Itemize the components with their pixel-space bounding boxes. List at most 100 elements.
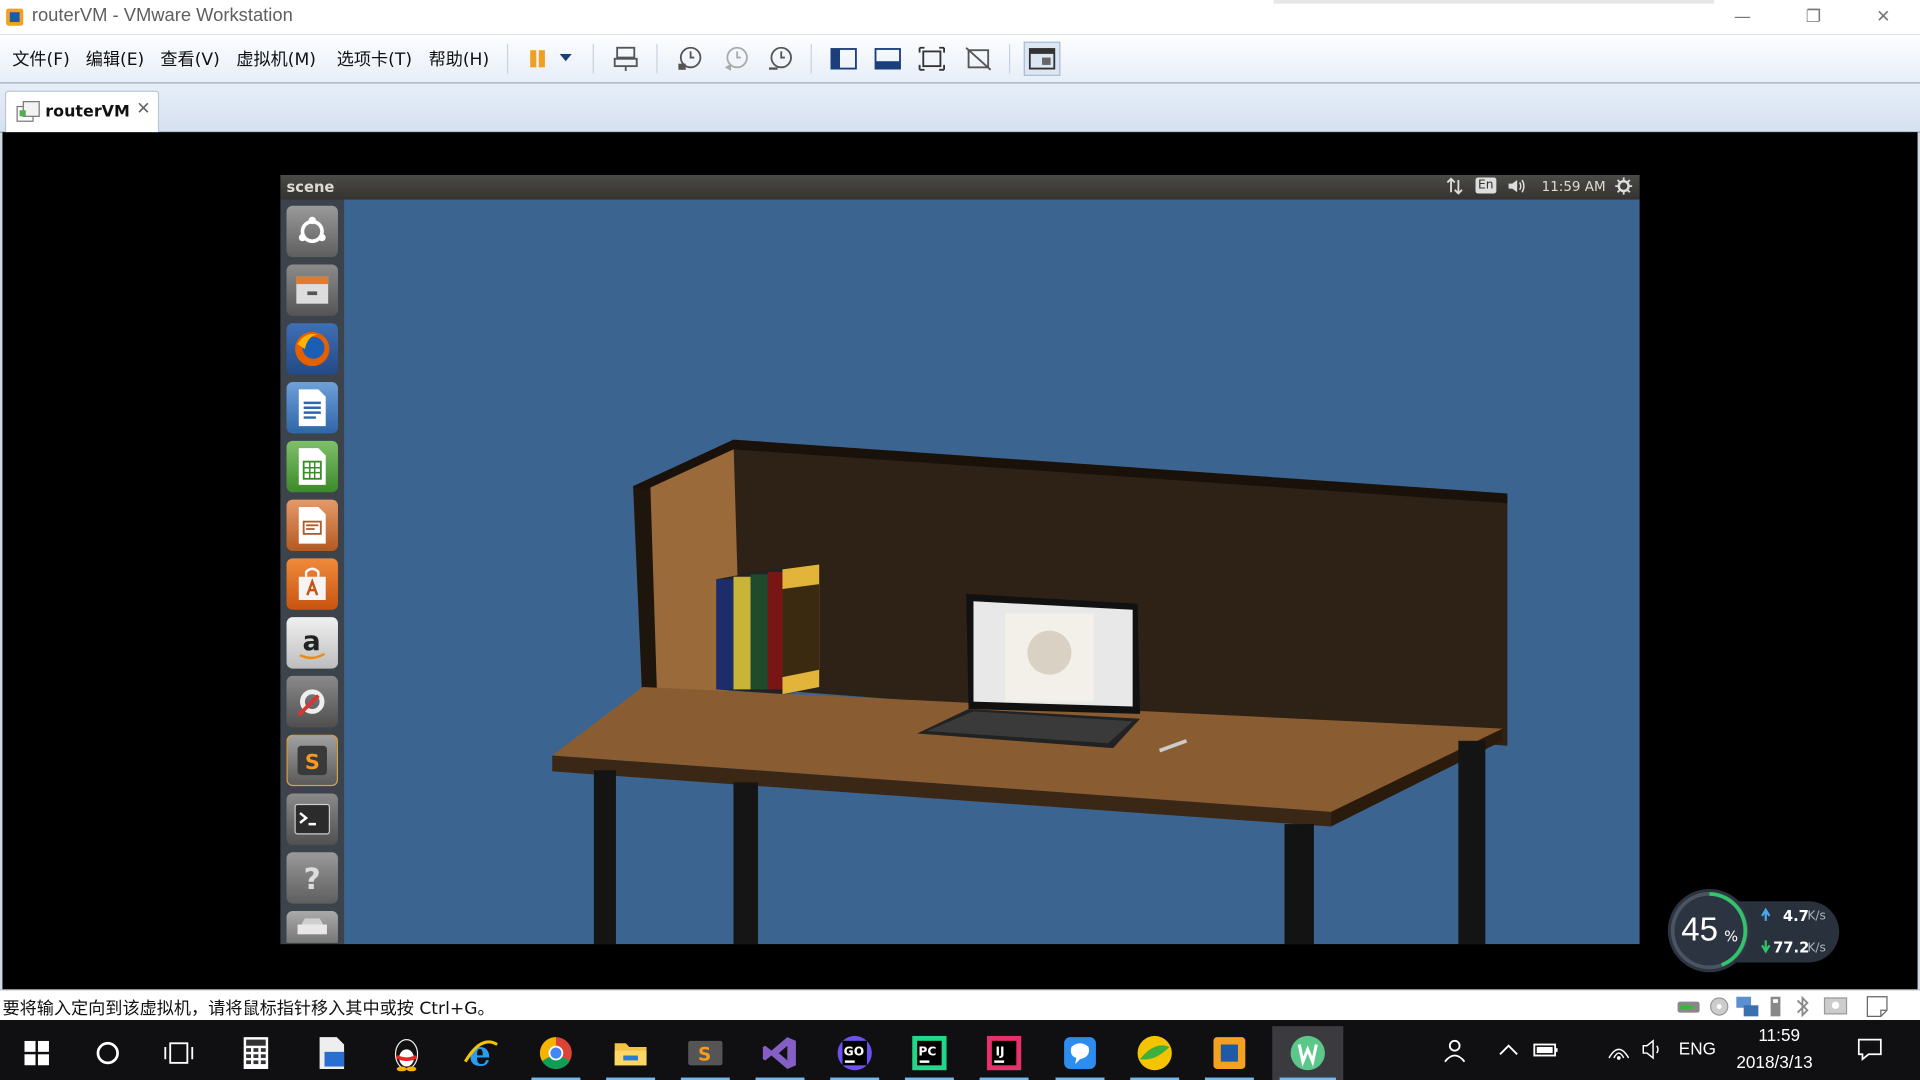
tab-routervm[interactable]: routerVM ✕ [4, 90, 160, 133]
restore-button[interactable]: ❐ [1785, 0, 1841, 34]
goland-icon: GO [837, 1035, 872, 1071]
device-network-icon[interactable] [1734, 994, 1761, 1018]
menu-vm[interactable]: 虚拟机(M) [236, 47, 316, 71]
vm-tab-strip: routerVM ✕ [0, 83, 1920, 133]
cortana-button[interactable] [76, 1026, 140, 1080]
thumbnail-panel-icon [874, 48, 901, 70]
launcher-calc[interactable] [286, 440, 338, 493]
guest-settings-icon[interactable] [1615, 177, 1633, 199]
console-view-button[interactable] [1023, 41, 1061, 76]
taskbar-media-player[interactable] [1123, 1026, 1187, 1080]
keyboard-layout-indicator[interactable]: En [1475, 177, 1496, 194]
vmware-app-icon [6, 8, 24, 26]
net-speed-widget[interactable]: 45 % 4.7 K/s 77.2 K/s [1665, 887, 1841, 975]
gear-icon [1615, 177, 1633, 195]
revert-snapshot-button[interactable] [718, 42, 755, 76]
minimize-button[interactable]: — [1714, 0, 1770, 34]
launcher-drive[interactable] [286, 911, 338, 943]
shopping-bag-icon [298, 567, 326, 601]
device-bluetooth-icon[interactable] [1793, 994, 1813, 1018]
pycharm-icon: PC [912, 1035, 947, 1071]
guest-desktop[interactable]: scene En 11:59 AM a S ? [280, 175, 1640, 945]
task-view-button[interactable] [147, 1026, 211, 1080]
menu-edit[interactable]: 编辑(E) [86, 47, 145, 71]
launcher-files[interactable] [286, 264, 338, 316]
taskbar-vmware[interactable] [1198, 1026, 1262, 1080]
launcher-sublime[interactable]: S [286, 734, 338, 787]
battery-icon[interactable] [1533, 1040, 1560, 1060]
drive-icon [297, 918, 327, 935]
svg-text:PC: PC [918, 1045, 936, 1059]
visual-studio-icon [762, 1037, 796, 1069]
power-dropdown-button[interactable] [551, 42, 580, 76]
chevron-down-icon [559, 53, 572, 62]
taskbar-date[interactable]: 2018/3/13 [1736, 1052, 1812, 1072]
snapshot-manager-button[interactable] [762, 42, 799, 76]
device-usb-icon[interactable] [1766, 994, 1786, 1018]
speaker-icon [1508, 179, 1525, 193]
status-bar: 要将输入定向到该虚拟机，请将鼠标指针移入其中或按 Ctrl+G。 [0, 989, 1920, 1021]
sublime-text-icon: S [688, 1040, 723, 1065]
taskbar-wps[interactable] [1272, 1026, 1344, 1080]
menu-view[interactable]: 查看(V) [160, 47, 219, 71]
svg-text:IJ: IJ [996, 1045, 1005, 1059]
guest-clock[interactable]: 11:59 AM [1542, 179, 1606, 195]
taskbar-pycharm[interactable]: PC [898, 1026, 962, 1080]
chevron-up-icon[interactable] [1499, 1042, 1519, 1057]
upload-speed: 4.7 [1782, 907, 1809, 925]
start-button[interactable] [5, 1026, 69, 1080]
taskbar-qq[interactable] [375, 1026, 439, 1080]
menu-help[interactable]: 帮助(H) [429, 47, 490, 71]
taskbar-visual-studio[interactable] [748, 1026, 812, 1080]
taskbar-clock[interactable]: 11:59 [1758, 1025, 1800, 1045]
network-icon[interactable] [1446, 177, 1463, 199]
device-cdrom-icon[interactable] [1707, 996, 1731, 1018]
volume-icon[interactable] [1507, 178, 1527, 199]
wifi-icon[interactable] [1607, 1038, 1631, 1060]
unity-button[interactable] [960, 42, 997, 76]
taskbar-file-explorer[interactable] [599, 1026, 663, 1080]
windows-taskbar: e S GO PC IJ ENG 11:59 2018/3/13 [0, 1020, 1920, 1080]
taskbar-vmware-sublime[interactable]: S [673, 1026, 737, 1080]
revert-clock-icon [724, 46, 748, 72]
snapshot-manager-icon [768, 46, 792, 70]
launcher-terminal[interactable] [286, 793, 338, 845]
pause-icon [530, 50, 545, 68]
input-language[interactable]: ENG [1679, 1038, 1716, 1058]
search-circle-icon [96, 1041, 119, 1065]
launcher-software-center[interactable] [286, 558, 338, 610]
show-library-button[interactable] [825, 42, 862, 76]
launcher-help[interactable]: ? [286, 852, 338, 904]
volume-icon[interactable] [1641, 1038, 1665, 1060]
taskbar-document-app[interactable] [300, 1026, 364, 1080]
taskbar-intellij[interactable]: IJ [972, 1026, 1036, 1080]
full-screen-button[interactable] [913, 42, 950, 76]
toolbar-separator [810, 44, 812, 74]
tab-close-button[interactable]: ✕ [136, 99, 150, 119]
taskbar-chrome[interactable] [524, 1026, 588, 1080]
device-hdd-icon[interactable] [1675, 996, 1702, 1018]
launcher-amazon[interactable]: a [286, 617, 338, 669]
message-log-icon[interactable] [1864, 994, 1891, 1018]
launcher-writer[interactable] [286, 382, 338, 434]
toolbar-separator [1008, 44, 1011, 74]
taskbar-chat-app[interactable] [1048, 1026, 1112, 1080]
unity-icon [965, 47, 992, 71]
close-button[interactable]: ✕ [1855, 0, 1911, 34]
send-ctrl-alt-del-button[interactable] [607, 42, 644, 76]
taskbar-calculator[interactable] [224, 1026, 288, 1080]
thumbnail-bar-button[interactable] [869, 42, 906, 76]
launcher-system-settings[interactable] [286, 675, 338, 728]
launcher-impress[interactable] [286, 499, 338, 552]
launcher-firefox[interactable] [286, 323, 338, 375]
presentation-icon [298, 506, 326, 544]
taskbar-internet-explorer[interactable]: e [449, 1026, 513, 1080]
menu-file[interactable]: 文件(F) [12, 47, 70, 71]
people-icon[interactable] [1442, 1037, 1469, 1064]
device-display-icon[interactable] [1822, 994, 1849, 1018]
notification-center-icon[interactable] [1856, 1036, 1883, 1063]
snapshot-button[interactable] [671, 42, 708, 76]
menu-tabs[interactable]: 选项卡(T) [337, 47, 412, 71]
taskbar-goland[interactable]: GO [823, 1026, 887, 1080]
launcher-dash[interactable] [286, 205, 338, 258]
